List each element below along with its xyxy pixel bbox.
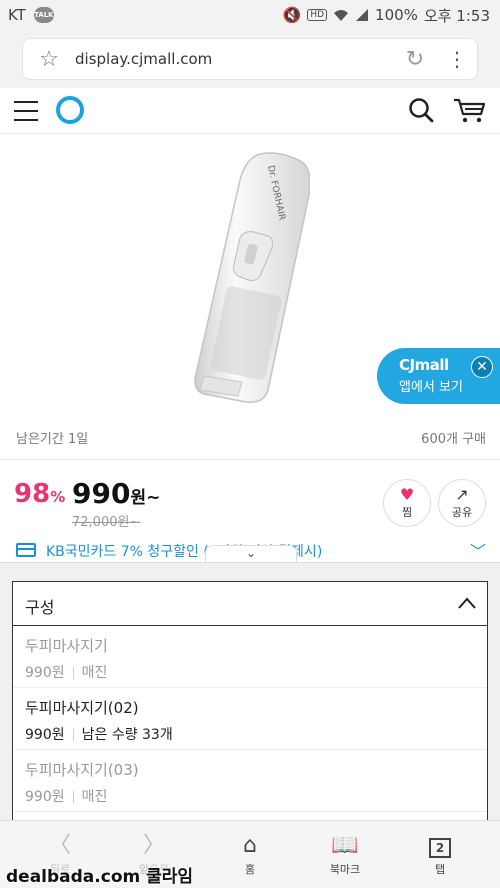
chevron-down-icon[interactable]: ﹀ xyxy=(470,538,486,562)
address-bar[interactable]: ☆ display.cjmall.com ↻ ⋮ xyxy=(22,38,478,80)
original-price: 72,000원~ xyxy=(72,515,141,530)
carrier-label: KT xyxy=(8,6,26,24)
option-select-label: 구성 xyxy=(25,598,55,617)
reload-icon[interactable]: ↻ xyxy=(393,47,437,72)
wish-label: 찜 xyxy=(401,506,413,519)
share-label: 공유 xyxy=(451,506,473,519)
app-banner-brand: CJmall xyxy=(399,356,449,374)
current-price: 990원~ xyxy=(72,477,160,510)
option-price: 990원 xyxy=(25,665,65,681)
option-status: 매진 xyxy=(81,665,108,681)
option-item[interactable]: 두피마사지기 990원 매진 xyxy=(13,626,487,688)
app-banner-label: 앱에서 보기 xyxy=(399,380,463,395)
option-item[interactable]: 두피마사지기(02) 990원 남은 수량 33개 xyxy=(13,688,487,750)
chevron-left-icon: 〈 xyxy=(48,833,71,858)
option-status: 남은 수량 33개 xyxy=(81,727,173,743)
option-price: 990원 xyxy=(25,727,65,743)
share-button[interactable]: ↗ 공유 xyxy=(438,479,486,527)
option-select-header[interactable]: 구성 xyxy=(13,582,487,626)
chevron-right-icon: 〉 xyxy=(142,833,165,858)
remaining-period: 남은기간 1일 xyxy=(16,432,89,447)
url-text[interactable]: display.cjmall.com xyxy=(75,50,393,68)
site-header xyxy=(0,88,500,134)
discount-value: 98 xyxy=(14,479,51,509)
close-icon[interactable]: ✕ xyxy=(471,356,493,378)
credit-card-icon xyxy=(16,543,36,557)
option-select[interactable]: 구성 두피마사지기 990원 매진 두피마사지기(02) 990원 남은 수량 33… xyxy=(12,581,488,821)
wifi-icon xyxy=(334,10,349,21)
signal-icon xyxy=(356,9,369,21)
bookmark-star-icon[interactable]: ☆ xyxy=(23,47,75,72)
option-item[interactable]: 두피마사지기(03) 990원 매진 xyxy=(13,750,487,812)
home-button[interactable]: ⌂ 홈 xyxy=(200,821,300,889)
cart-icon[interactable] xyxy=(452,96,486,124)
kakaotalk-icon: TALK xyxy=(33,7,54,23)
price-value: 990 xyxy=(72,477,131,510)
chevron-down-icon: ⌄ xyxy=(245,546,257,560)
option-price: 990원 xyxy=(25,789,65,805)
watermark: dealbada.com 쿨라임 xyxy=(6,867,194,887)
price-section: 98% 990원~ 72,000원~ ♥ 찜 ↗ 공유 xyxy=(0,461,500,539)
tabs-label: 탭 xyxy=(434,863,446,876)
book-icon: 📖 xyxy=(331,833,359,858)
status-bar: KT TALK 🔇 HD 100% 오후 1:53 xyxy=(0,0,500,30)
option-name: 두피마사지기(02) xyxy=(25,699,139,717)
browser-toolbar: ☆ display.cjmall.com ↻ ⋮ xyxy=(0,30,500,88)
tabs-icon: 2 xyxy=(390,831,490,861)
purchase-count: 600개 구매 xyxy=(421,432,486,447)
price-unit: 원~ xyxy=(130,488,161,508)
bookmarks-label: 북마크 xyxy=(329,863,361,876)
option-name: 두피마사지기(03) xyxy=(25,761,139,779)
hamburger-menu-icon[interactable] xyxy=(14,101,38,121)
bookmarks-button[interactable]: 📖 북마크 xyxy=(295,821,395,889)
wish-button[interactable]: ♥ 찜 xyxy=(383,479,431,527)
home-label: 홈 xyxy=(244,863,256,876)
option-panel: 구성 두피마사지기 990원 매진 두피마사지기(02) 990원 남은 수량 33… xyxy=(0,562,500,821)
clock-label: 오후 1:53 xyxy=(423,6,490,25)
option-panel-toggle[interactable]: ⌄ xyxy=(205,545,297,563)
discount-unit: % xyxy=(50,488,66,506)
share-icon: ↗ xyxy=(455,485,469,504)
mute-icon: 🔇 xyxy=(282,6,302,24)
product-image: Dr. FORHAIR xyxy=(194,152,310,403)
more-menu-icon[interactable]: ⋮ xyxy=(437,49,477,69)
deal-info-row: 남은기간 1일 600개 구매 xyxy=(0,420,500,460)
open-in-app-banner[interactable]: CJmall 앱에서 보기 ✕ xyxy=(377,348,500,404)
tab-count: 2 xyxy=(429,838,451,858)
discount-rate: 98% xyxy=(14,479,65,509)
cjmall-logo[interactable] xyxy=(56,96,84,124)
heart-icon: ♥ xyxy=(399,485,415,504)
search-icon[interactable] xyxy=(408,97,434,123)
battery-label: 100% xyxy=(375,6,418,24)
chevron-up-icon[interactable] xyxy=(457,596,477,610)
hd-icon: HD xyxy=(307,9,328,21)
home-icon: ⌂ xyxy=(243,833,257,858)
option-name: 두피마사지기 xyxy=(25,637,108,655)
tabs-button[interactable]: 2 탭 xyxy=(390,821,490,889)
option-status: 매진 xyxy=(81,789,108,805)
